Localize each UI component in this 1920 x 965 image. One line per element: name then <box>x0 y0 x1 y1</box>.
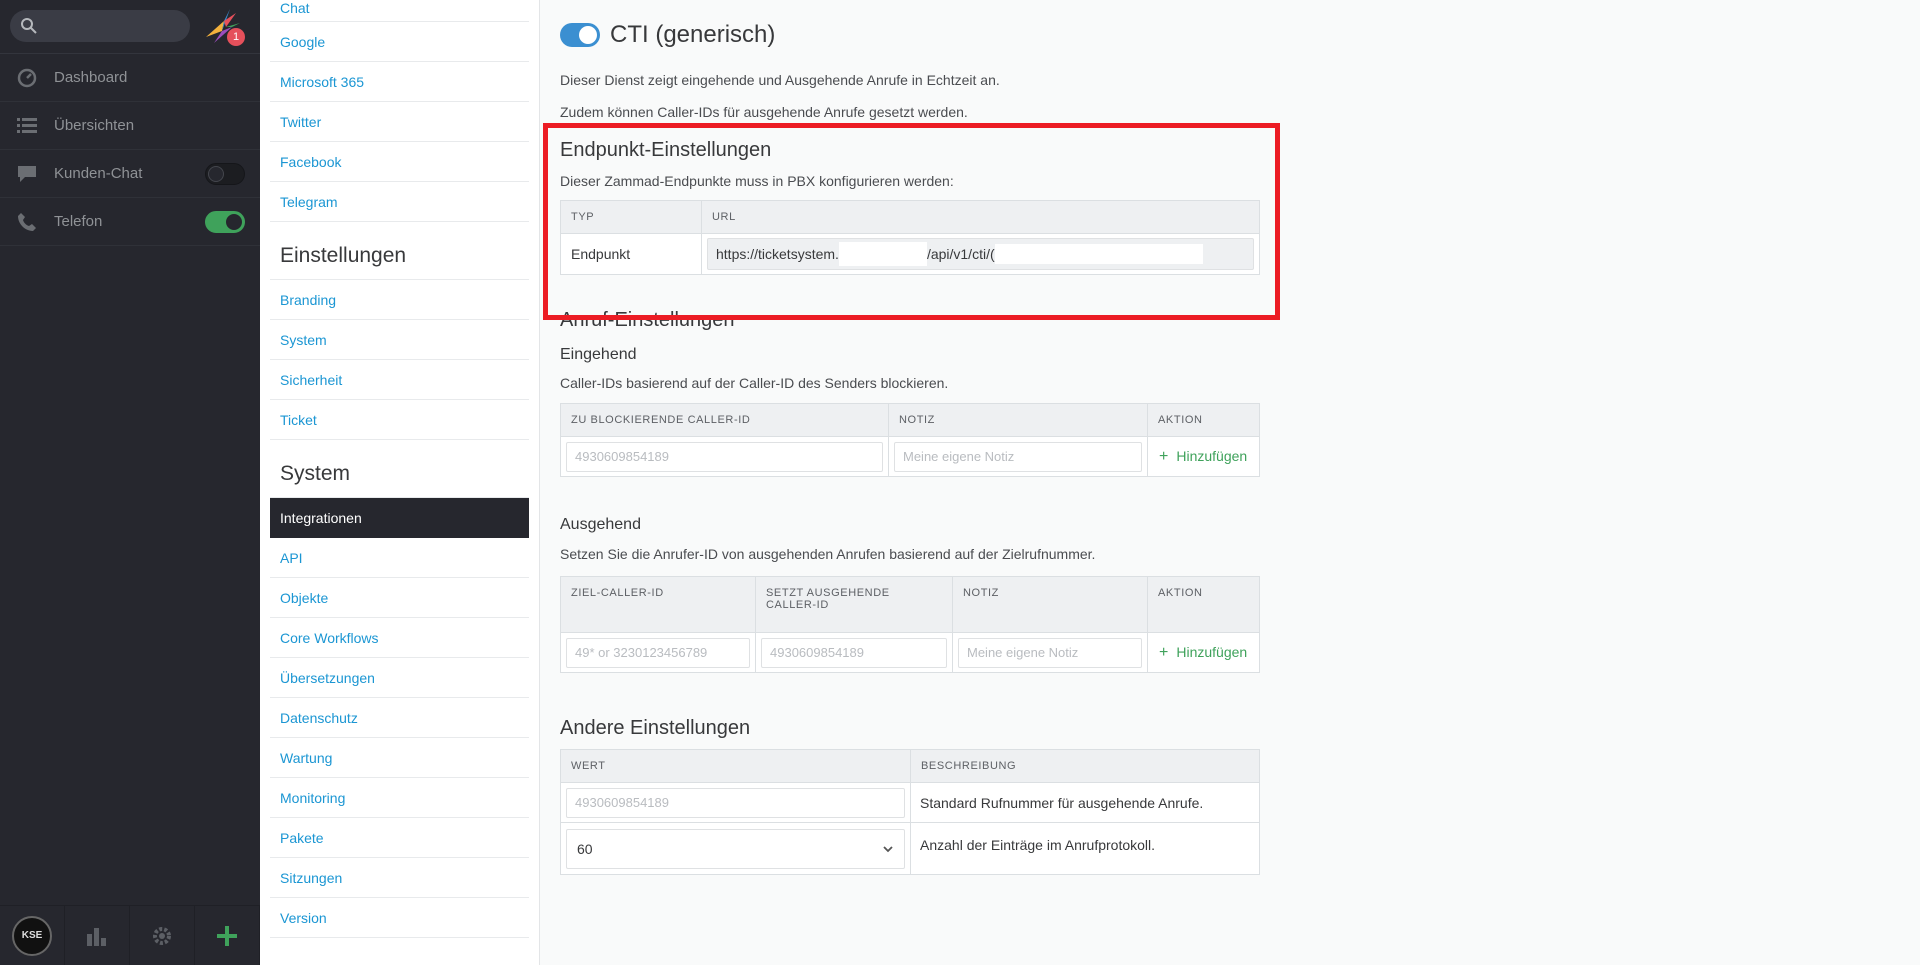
nav-item-label: Übersichten <box>54 117 135 134</box>
sidebar-item-telegram[interactable]: Telegram <box>270 182 529 222</box>
table-row: 4930609854189 Standard Rufnummer für aus… <box>560 782 1260 823</box>
chevron-down-icon <box>883 845 893 852</box>
avatar: KSE <box>12 915 52 956</box>
gear-icon <box>153 926 171 945</box>
sidebar-item-maintenance[interactable]: Wartung <box>270 738 529 778</box>
column-header-note: NOTIZ <box>952 576 1148 633</box>
sidebar-item-core-workflows[interactable]: Core Workflows <box>270 618 529 658</box>
column-header-value: WERT <box>560 749 911 783</box>
table-row: 60 Anzahl der Einträge im Anrufprotokoll… <box>560 822 1260 875</box>
outgoing-callerid-input[interactable]: 4930609854189 <box>761 637 947 668</box>
notification-badge[interactable]: 1 <box>227 28 245 46</box>
sidebar-item-data-privacy[interactable]: Datenschutz <box>270 698 529 738</box>
reports-icon <box>87 927 106 946</box>
column-header-action: AKTION <box>1147 576 1260 633</box>
customer-chat-toggle[interactable] <box>205 163 245 185</box>
outgoing-heading: Ausgehend <box>560 516 641 533</box>
add-outgoing-rule-button[interactable]: + Hinzufügen <box>1153 643 1247 661</box>
call-log-count-select[interactable]: 60 <box>566 828 905 869</box>
sidebar-group-settings: Einstellungen <box>270 222 529 280</box>
note-input[interactable]: Meine eigene Notiz <box>958 637 1142 668</box>
destination-callerid-input[interactable]: 49* or 3230123456789 <box>566 637 750 668</box>
table-row: 4930609854189 Meine eigene Notiz + Hinzuf… <box>560 436 1260 477</box>
sidebar-item-monitoring[interactable]: Monitoring <box>270 778 529 818</box>
search-icon <box>21 18 37 34</box>
description-line-1: Dieser Dienst zeigt eingehende und Ausge… <box>560 72 1000 88</box>
column-header-description: BESCHREIBUNG <box>910 749 1260 783</box>
sidebar-item-system[interactable]: System <box>270 320 529 360</box>
table-row: 49* or 3230123456789 4930609854189 Meine… <box>560 632 1260 673</box>
sidebar-item-sessions[interactable]: Sitzungen <box>270 858 529 898</box>
outgoing-description: Setzen Sie die Anrufer-ID von ausgehende… <box>560 546 1096 562</box>
column-header-outgoing-callerid: SETZT AUSGEHENDE CALLER-ID <box>755 576 953 633</box>
sidebar-item-twitter[interactable]: Twitter <box>270 102 529 142</box>
nav-item-customer-chat[interactable]: Kunden-Chat <box>0 150 260 198</box>
page-title: CTI (generisch) <box>610 21 776 48</box>
search-input[interactable] <box>10 10 190 42</box>
settings-button[interactable] <box>130 906 195 965</box>
default-callerid-input[interactable]: 4930609854189 <box>566 787 905 818</box>
nav-item-overviews[interactable]: Übersichten <box>0 102 260 150</box>
nav-item-phone[interactable]: Telefon <box>0 198 260 246</box>
sidebar-item-api[interactable]: API <box>270 538 529 578</box>
sidebar-item-packages[interactable]: Pakete <box>270 818 529 858</box>
plus-icon: + <box>1159 643 1169 661</box>
incoming-description: Caller-IDs basierend auf der Caller-ID d… <box>560 375 949 391</box>
phone-toggle[interactable] <box>205 211 245 233</box>
sidebar-item-google[interactable]: Google <box>270 22 529 62</box>
call-log-count-description: Anzahl der Einträge im Anrufprotokoll. <box>910 822 1260 875</box>
column-header-destination-callerid: ZIEL-CALLER-ID <box>560 576 756 633</box>
highlight-annotation-box <box>543 123 1280 320</box>
incoming-heading: Eingehend <box>560 346 637 363</box>
sidebar-item-translations[interactable]: Übersetzungen <box>270 658 529 698</box>
integration-enable-toggle[interactable] <box>560 23 600 47</box>
sidebar-item-microsoft-365[interactable]: Microsoft 365 <box>270 62 529 102</box>
reports-button[interactable] <box>65 906 130 965</box>
add-blocked-callerid-button[interactable]: + Hinzufügen <box>1153 447 1247 465</box>
default-callerid-description: Standard Rufnummer für ausgehende Anrufe… <box>910 782 1260 823</box>
nav-item-label: Telefon <box>54 213 103 230</box>
page-header: CTI (generisch) <box>560 0 1920 68</box>
nav-menu: Dashboard Übersichten Kunden-Chat Telefo… <box>0 53 260 246</box>
list-icon <box>16 115 38 137</box>
sidebar-item-integrations[interactable]: Integrationen <box>270 498 529 538</box>
incoming-table: ZU BLOCKIERENDE CALLER-ID NOTIZ AKTION 4… <box>560 403 1260 477</box>
avatar-button[interactable]: KSE <box>0 906 65 965</box>
sidebar-item-branding[interactable]: Branding <box>270 280 529 320</box>
nav-item-label: Dashboard <box>54 69 128 86</box>
sidebar-item-chat[interactable]: Chat <box>270 0 529 22</box>
nav-item-label: Kunden-Chat <box>54 165 143 182</box>
plus-icon: + <box>1159 447 1169 465</box>
nav-top: 1 <box>0 0 260 53</box>
sidebar-item-objects[interactable]: Objekte <box>270 578 529 618</box>
plus-icon <box>217 925 237 946</box>
nav-bottom-bar: KSE <box>0 905 260 965</box>
blocked-callerid-input[interactable]: 4930609854189 <box>566 441 883 472</box>
sidebar-item-ticket[interactable]: Ticket <box>270 400 529 440</box>
sidebar-item-security[interactable]: Sicherheit <box>270 360 529 400</box>
outgoing-table: ZIEL-CALLER-ID SETZT AUSGEHENDE CALLER-I… <box>560 576 1260 673</box>
column-header-blocked-callerid: ZU BLOCKIERENDE CALLER-ID <box>560 403 889 437</box>
sidebar-group-system: System <box>270 440 529 498</box>
dashboard-icon <box>16 67 38 89</box>
sidebar-item-facebook[interactable]: Facebook <box>270 142 529 182</box>
description-line-2: Zudem können Caller-IDs für ausgehende A… <box>560 104 968 120</box>
column-header-note: NOTIZ <box>888 403 1148 437</box>
settings-sidebar: Chat Google Microsoft 365 Twitter Facebo… <box>260 0 540 965</box>
column-header-action: AKTION <box>1147 403 1260 437</box>
chat-icon <box>16 163 38 185</box>
other-settings-table: WERT BESCHREIBUNG 4930609854189 Standard… <box>560 749 1260 875</box>
sidebar-item-version[interactable]: Version <box>270 898 529 938</box>
main-navigation: 1 Dashboard Übersichten Kunden-Chat Tele… <box>0 0 260 965</box>
note-input[interactable]: Meine eigene Notiz <box>894 441 1142 472</box>
new-button[interactable] <box>195 906 260 965</box>
phone-icon <box>16 211 38 233</box>
other-settings-heading: Andere Einstellungen <box>560 717 751 739</box>
nav-item-dashboard[interactable]: Dashboard <box>0 54 260 102</box>
